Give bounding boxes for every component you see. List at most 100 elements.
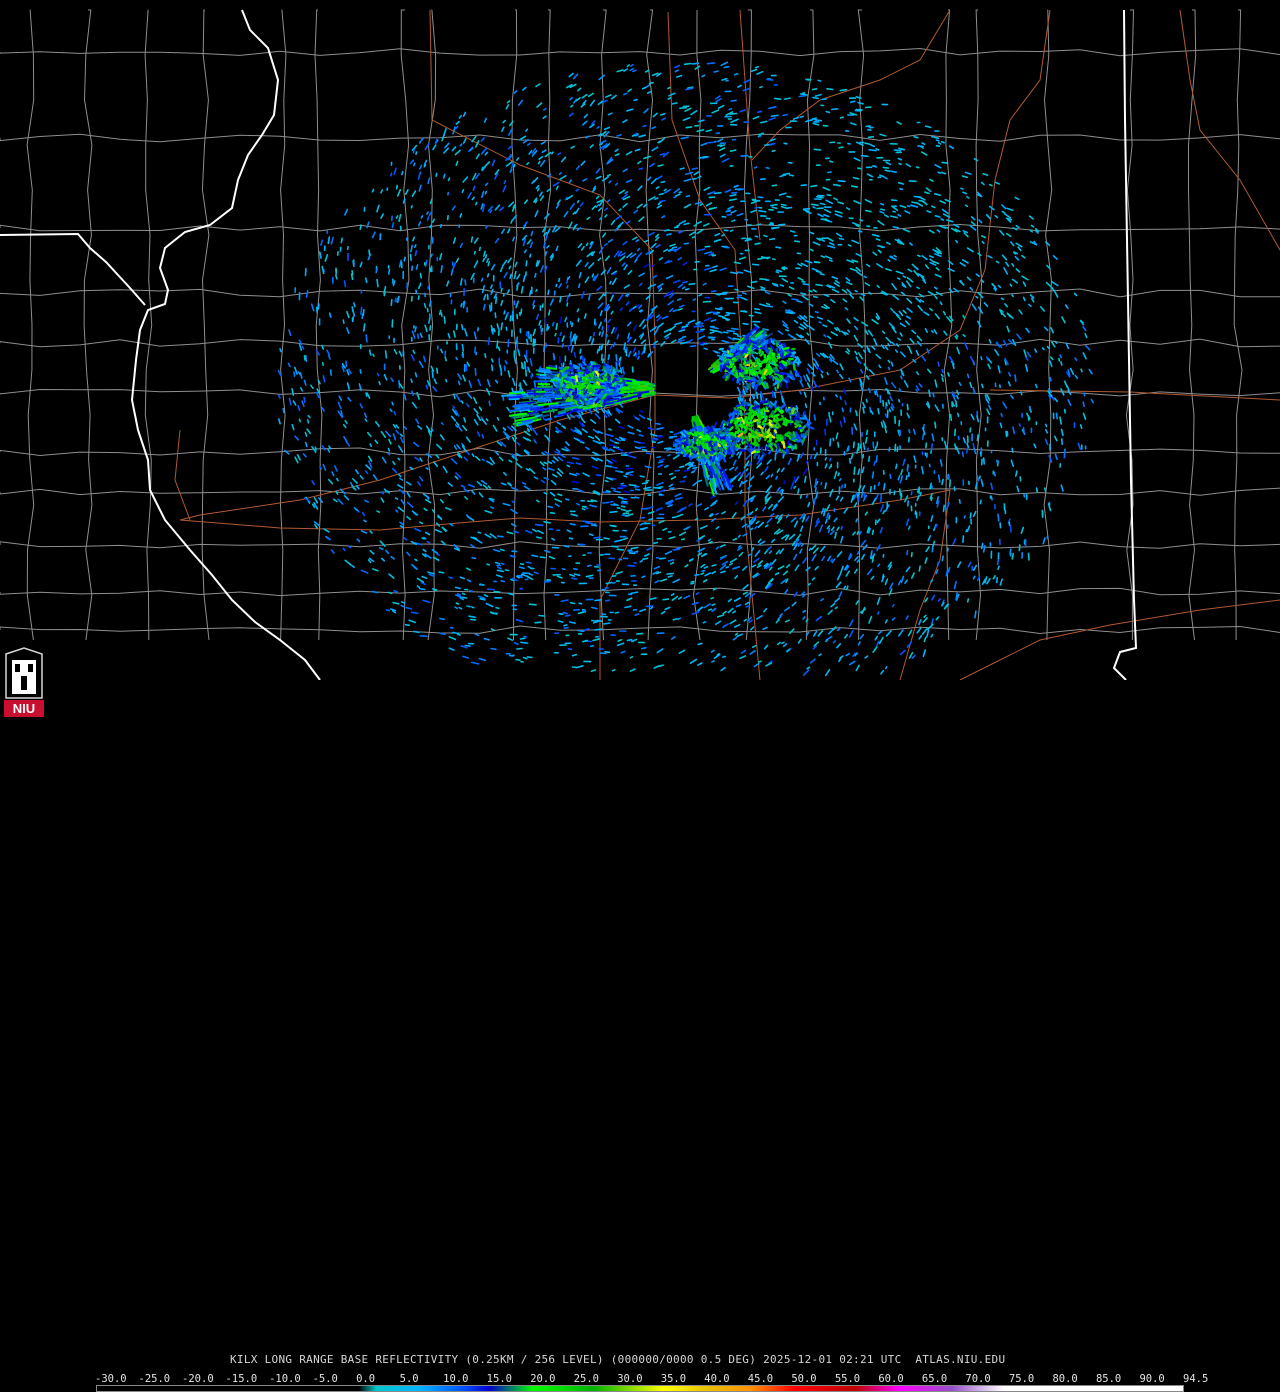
echo-mark bbox=[491, 649, 496, 650]
echo-mark bbox=[755, 207, 758, 208]
echo-mark bbox=[963, 536, 964, 542]
echo-mark bbox=[869, 137, 874, 138]
echo-mark bbox=[416, 152, 417, 154]
echo-mark bbox=[384, 292, 385, 296]
echo-mark bbox=[602, 327, 603, 330]
echo-mark bbox=[574, 569, 577, 570]
echo-mark bbox=[739, 546, 741, 548]
echo-mark bbox=[956, 401, 957, 407]
echo-mark bbox=[807, 495, 808, 497]
echo-mark bbox=[462, 325, 463, 329]
echo-mark bbox=[820, 274, 824, 275]
echo-mark bbox=[377, 280, 378, 287]
echo-mark bbox=[700, 204, 702, 205]
echo-mark bbox=[771, 115, 778, 116]
echo-mark bbox=[527, 163, 529, 165]
echo-mark bbox=[574, 353, 575, 358]
echo-mark bbox=[900, 489, 901, 496]
echo-mark bbox=[478, 328, 479, 331]
echo-mark bbox=[909, 430, 910, 433]
echo-mark bbox=[767, 304, 770, 305]
echo-mark bbox=[475, 634, 478, 635]
echo-mark bbox=[987, 357, 988, 360]
echo-mark bbox=[998, 514, 999, 521]
echo-mark bbox=[740, 394, 741, 401]
echo-mark bbox=[365, 419, 366, 421]
echo-mark bbox=[830, 459, 831, 461]
echo-mark bbox=[504, 181, 505, 184]
echo-mark bbox=[560, 333, 561, 336]
echo-mark bbox=[906, 476, 907, 479]
echo-mark bbox=[885, 414, 886, 417]
echo-mark bbox=[794, 487, 795, 489]
echo-mark bbox=[553, 323, 554, 326]
echo-mark bbox=[734, 333, 738, 334]
echo-mark bbox=[458, 634, 460, 635]
echo-mark bbox=[735, 74, 738, 75]
echo-mark bbox=[636, 489, 640, 490]
echo-mark bbox=[432, 371, 433, 378]
echo-mark bbox=[667, 449, 671, 450]
echo-mark bbox=[830, 439, 831, 446]
echo-mark bbox=[594, 333, 595, 336]
echo-mark bbox=[645, 241, 648, 242]
echo-mark bbox=[523, 573, 530, 574]
echo-mark bbox=[488, 338, 489, 345]
echo-mark bbox=[530, 254, 531, 257]
echo-mark bbox=[1012, 295, 1013, 297]
echo-mark bbox=[680, 466, 684, 467]
echo-mark bbox=[366, 278, 367, 282]
echo-mark bbox=[838, 181, 845, 182]
echo-mark bbox=[595, 454, 597, 455]
echo-mark bbox=[890, 256, 892, 257]
echo-mark bbox=[839, 147, 843, 148]
echo-mark bbox=[406, 625, 410, 626]
echo-mark bbox=[402, 172, 403, 175]
radar-map[interactable] bbox=[0, 0, 1280, 680]
echo-mark bbox=[305, 433, 306, 437]
echo-mark bbox=[968, 374, 969, 377]
echo-mark bbox=[695, 575, 699, 576]
echo-mark bbox=[607, 491, 611, 492]
echo-mark bbox=[673, 619, 676, 620]
echo-mark bbox=[646, 481, 649, 482]
echo-mark bbox=[731, 100, 736, 101]
echo-mark bbox=[652, 265, 654, 266]
echo-mark bbox=[981, 452, 982, 456]
echo-mark bbox=[548, 327, 549, 329]
echo-mark bbox=[622, 501, 627, 502]
echo-mark bbox=[854, 467, 855, 474]
echo-mark bbox=[510, 316, 511, 321]
echo-mark bbox=[361, 307, 362, 314]
echo-mark bbox=[644, 349, 645, 353]
echo-mark bbox=[841, 527, 842, 530]
echo-mark bbox=[1065, 410, 1066, 413]
echo-mark bbox=[520, 383, 521, 389]
echo-mark bbox=[1057, 413, 1058, 418]
echo-mark bbox=[640, 411, 643, 412]
echo-mark bbox=[595, 600, 601, 601]
echo-mark bbox=[856, 519, 857, 522]
echo-mark bbox=[606, 583, 611, 584]
echo-mark bbox=[690, 346, 695, 347]
echo-mark bbox=[806, 461, 807, 463]
echo-mark bbox=[441, 266, 442, 272]
echo-mark bbox=[693, 468, 697, 469]
echo-mark bbox=[420, 589, 425, 590]
echo-mark bbox=[603, 447, 608, 448]
echo-mark bbox=[702, 571, 704, 572]
echo-mark bbox=[521, 564, 524, 565]
echo-mark bbox=[829, 516, 830, 519]
echo-mark bbox=[369, 250, 370, 255]
echo-mark bbox=[416, 373, 417, 377]
echo-mark bbox=[907, 551, 908, 555]
echo-mark bbox=[800, 117, 803, 118]
echo-mark bbox=[449, 577, 452, 578]
echo-mark bbox=[898, 278, 900, 279]
echo-mark bbox=[817, 197, 823, 198]
echo-mark bbox=[613, 670, 615, 671]
echo-mark bbox=[930, 483, 931, 488]
echo-mark bbox=[942, 556, 943, 560]
echo-mark bbox=[696, 519, 698, 520]
echo-mark bbox=[646, 606, 652, 607]
